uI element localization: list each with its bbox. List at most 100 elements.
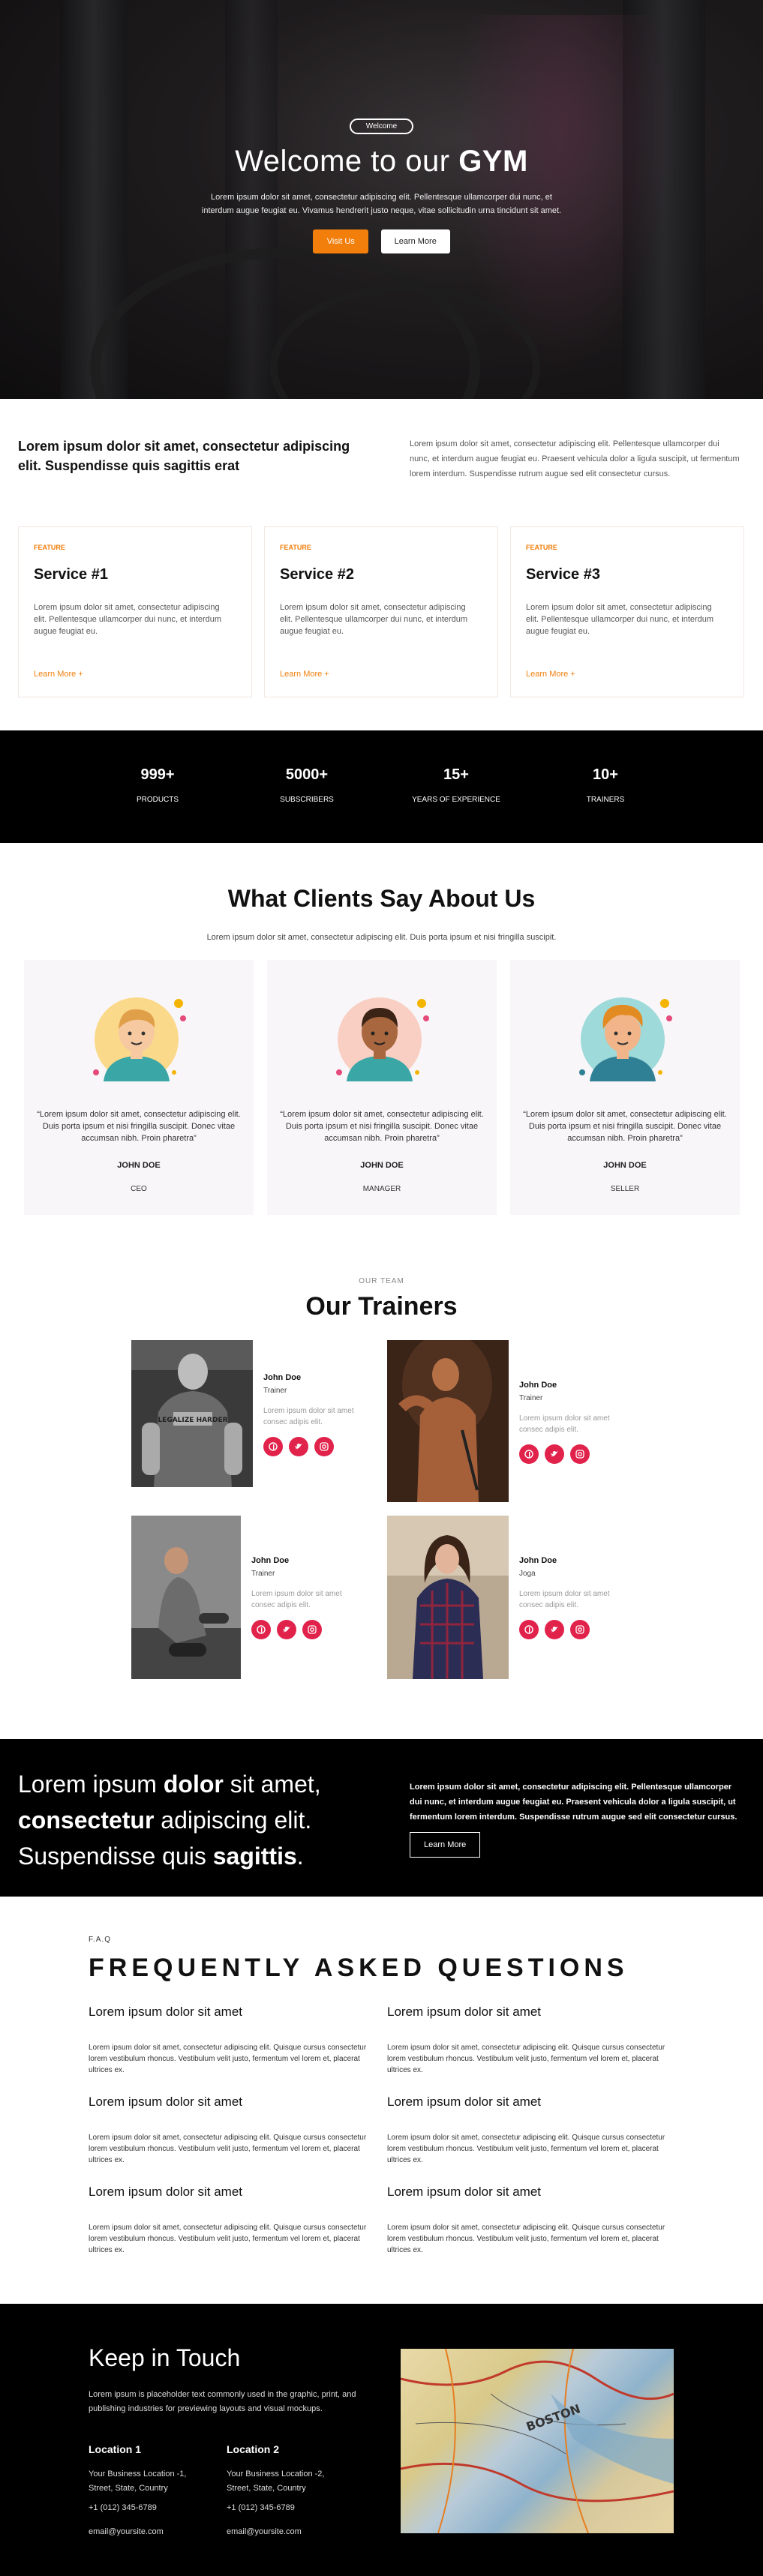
faq-answer: Lorem ipsum dolor sit amet, consectetur … <box>387 2224 665 2254</box>
intro-text: Lorem ipsum dolor sit amet, consectetur … <box>410 439 740 478</box>
location-address-line: Street, State, Country <box>227 2484 306 2493</box>
twitter-icon[interactable] <box>289 1437 308 1456</box>
testimonial-quote: “Lorem ipsum dolor sit amet, consectetur… <box>37 1110 241 1143</box>
location-title: Location 2 <box>227 2443 280 2455</box>
trainer-role: Joga <box>519 1570 536 1578</box>
welcome-tag: Welcome <box>349 118 414 134</box>
instagram-icon[interactable] <box>570 1620 590 1639</box>
service-learn-more-link[interactable]: Learn More + <box>280 670 329 679</box>
testimonial-name: JOHN DOE <box>117 1161 161 1170</box>
instagram-icon[interactable] <box>302 1620 322 1639</box>
trainer-photo <box>387 1516 509 1679</box>
trainer-role: Trainer <box>519 1394 543 1402</box>
avatar-illustration <box>93 997 186 1081</box>
faq-question: Lorem ipsum dolor sit amet <box>387 2095 542 2109</box>
testimonial-card: “Lorem ipsum dolor sit amet, consectetur… <box>267 960 497 1215</box>
location-title: Location 1 <box>89 2443 142 2455</box>
facebook-icon[interactable] <box>519 1444 539 1464</box>
location-address-line: Street, State, Country <box>89 2484 168 2493</box>
testimonials-title: What Clients Say About Us <box>227 885 536 912</box>
trainer-socials <box>251 1620 349 1639</box>
trainer-photo-illustration: LEGALIZE HARDER <box>131 1340 253 1487</box>
stat-label: YEARS OF EXPERIENCE <box>412 796 500 804</box>
faq-item[interactable]: Lorem ipsum dolor sit amet Lorem ipsum d… <box>89 2095 378 2166</box>
faq-item[interactable]: Lorem ipsum dolor sit amet Lorem ipsum d… <box>387 2005 677 2076</box>
faq-question: Lorem ipsum dolor sit amet <box>89 2005 243 2019</box>
trainer-role: Trainer <box>263 1387 287 1395</box>
avatar <box>90 990 188 1087</box>
faq-item[interactable]: Lorem ipsum dolor sit amet Lorem ipsum d… <box>89 2185 378 2256</box>
trainer-photo: LEGALIZE HARDER <box>131 1340 253 1487</box>
service-tag: FEATURE <box>34 544 65 551</box>
location-email[interactable]: email@yoursite.com <box>89 2527 186 2536</box>
trainer-info: John Doe Trainer Lorem ipsum dolor sit a… <box>251 1556 349 1639</box>
twitter-icon[interactable] <box>545 1620 564 1639</box>
testimonial-quote: “Lorem ipsum dolor sit amet, consectetur… <box>523 1110 727 1143</box>
testimonial-role: CEO <box>131 1185 147 1193</box>
trainer-name: John Doe <box>519 1381 557 1390</box>
facebook-icon[interactable] <box>519 1620 539 1639</box>
facebook-icon[interactable] <box>251 1620 271 1639</box>
trainer-name: John Doe <box>251 1556 290 1565</box>
stat-label: TRAINERS <box>586 796 625 804</box>
trainer-role: Trainer <box>251 1570 275 1578</box>
avatar-illustration <box>579 997 672 1081</box>
faq-question: Lorem ipsum dolor sit amet <box>89 2095 243 2109</box>
trainer-socials <box>519 1620 617 1639</box>
instagram-icon[interactable] <box>314 1437 334 1456</box>
avatar <box>333 990 431 1087</box>
location-email[interactable]: email@yoursite.com <box>227 2527 324 2536</box>
faq-item[interactable]: Lorem ipsum dolor sit amet Lorem ipsum d… <box>387 2095 677 2166</box>
instagram-icon[interactable] <box>570 1444 590 1464</box>
trainer-description: Lorem ipsum dolor sit amet consec adipis… <box>251 1590 342 1609</box>
learn-more-button[interactable]: Learn More <box>380 229 450 253</box>
location-phone[interactable]: +1 (012) 345-6789 <box>89 2503 186 2512</box>
stat-number: 10+ <box>593 766 618 783</box>
trainer-photo-illustration <box>387 1516 509 1679</box>
stat-products: 999+ PRODUCTS <box>83 766 233 804</box>
banner-text: Lorem ipsum dolor sit amet, consectetur … <box>410 1783 737 1822</box>
service-learn-more-link[interactable]: Learn More + <box>526 670 575 679</box>
testimonial-card: “Lorem ipsum dolor sit amet, consectetur… <box>24 960 254 1215</box>
footer: Keep in Touch Lorem ipsum is placeholder… <box>0 2304 763 2576</box>
stat-subscribers: 5000+ SUBSCRIBERS <box>232 766 382 804</box>
stat-number: 5000+ <box>285 766 329 783</box>
hero-section: Welcome Welcome to our GYM Lorem ipsum d… <box>0 0 763 399</box>
service-text: Lorem ipsum dolor sit amet, consectetur … <box>280 603 468 636</box>
visit-us-button[interactable]: Visit Us <box>313 229 369 253</box>
faq-question: Lorem ipsum dolor sit amet <box>89 2185 243 2199</box>
location-2: Location 2 Your Business Location -2, St… <box>227 2443 324 2536</box>
faq-eyebrow: F.A.Q <box>89 1936 112 1944</box>
twitter-icon[interactable] <box>277 1620 296 1639</box>
service-learn-more-link[interactable]: Learn More + <box>34 670 83 679</box>
testimonial-name: JOHN DOE <box>603 1161 647 1170</box>
avatar-illustration <box>336 997 429 1081</box>
banner-learn-more-button[interactable]: Learn More <box>410 1832 481 1858</box>
trainer-name: John Doe <box>519 1556 557 1565</box>
location-phone[interactable]: +1 (012) 345-6789 <box>227 2503 324 2512</box>
testimonial-role: SELLER <box>610 1185 640 1193</box>
footer-description: Lorem ipsum is placeholder text commonly… <box>89 2390 356 2413</box>
faq-answer: Lorem ipsum dolor sit amet, consectetur … <box>387 2134 665 2164</box>
facebook-icon[interactable] <box>263 1437 283 1456</box>
faq-title: FREQUENTLY ASKED QUESTIONS <box>89 1954 629 1982</box>
faq-answer: Lorem ipsum dolor sit amet, consectetur … <box>89 2044 367 2074</box>
stat-label: PRODUCTS <box>136 796 179 804</box>
service-text: Lorem ipsum dolor sit amet, consectetur … <box>34 603 222 636</box>
trainer-socials <box>519 1444 617 1464</box>
testimonial-role: MANAGER <box>362 1185 401 1193</box>
testimonials-subtitle: Lorem ipsum dolor sit amet, consectetur … <box>206 933 557 942</box>
trainer-photo-illustration <box>387 1340 509 1502</box>
banner-heading: Lorem ipsum dolor sit amet, consectetur … <box>18 1771 321 1870</box>
trainer-description: Lorem ipsum dolor sit amet consec adipis… <box>519 1414 610 1434</box>
twitter-icon[interactable] <box>545 1444 564 1464</box>
faq-item[interactable]: Lorem ipsum dolor sit amet Lorem ipsum d… <box>387 2185 677 2256</box>
service-card: FEATURE Service #3 Lorem ipsum dolor sit… <box>510 526 744 697</box>
faq-item[interactable]: Lorem ipsum dolor sit amet Lorem ipsum d… <box>89 2005 378 2076</box>
trainer-photo-illustration <box>131 1516 241 1679</box>
service-tag: FEATURE <box>280 544 311 551</box>
trainer-info: John Doe Trainer Lorem ipsum dolor sit a… <box>263 1373 361 1456</box>
trainer-name: John Doe <box>263 1373 302 1382</box>
testimonial-name: JOHN DOE <box>360 1161 404 1170</box>
cta-banner: Lorem ipsum dolor sit amet, consectetur … <box>0 1739 763 1897</box>
